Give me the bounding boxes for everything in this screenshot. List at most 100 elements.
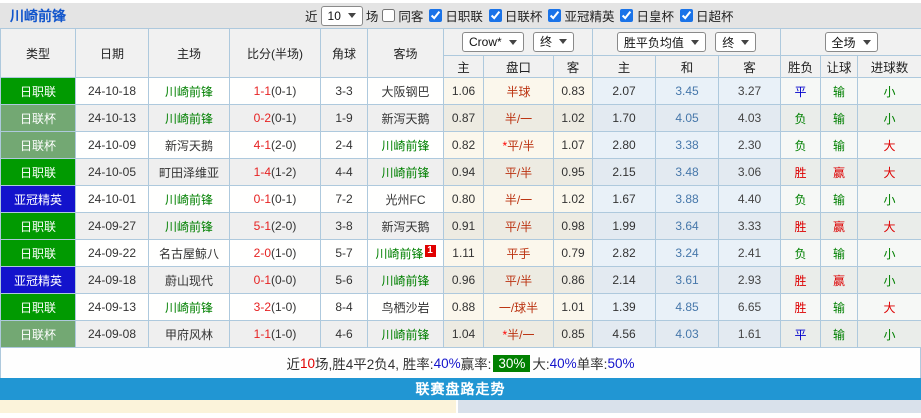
league-filter-4[interactable]: 日超杯 xyxy=(676,6,733,25)
match-score: 0-2(0-1) xyxy=(229,104,321,132)
wdl-result: 负 xyxy=(780,104,822,132)
match-date: 24-09-22 xyxy=(75,239,149,267)
corner-count: 5-6 xyxy=(320,266,368,294)
league-label: 日皇杯 xyxy=(636,10,674,24)
avg-time-select[interactable]: 终 xyxy=(715,32,757,52)
col-header-score: 比分(半场) xyxy=(229,28,321,78)
home-team: 蔚山现代 xyxy=(148,266,230,294)
match-score: 5-1(2-0) xyxy=(229,212,321,240)
summary-segment: 场,胜4平2负4, 胜率: xyxy=(315,357,434,372)
avg-lose: 1.61 xyxy=(718,320,782,348)
summary-segment: 40% xyxy=(433,355,461,371)
match-type-badge: 日联杯 xyxy=(0,320,76,348)
chevron-down-icon xyxy=(741,39,750,45)
avg-win: 2.07 xyxy=(592,77,657,105)
match-row: 日职联 24-10-05 町田泽维亚 1-4(1-2) 4-4 川崎前锋 0.94 平/半 0.… xyxy=(0,158,921,186)
odds-home: 0.94 xyxy=(443,158,484,186)
home-team: 川崎前锋 xyxy=(148,185,230,213)
col-header-goals: 进球数 xyxy=(857,55,921,78)
home-team: 町田泽维亚 xyxy=(148,158,230,186)
match-date: 24-10-05 xyxy=(75,158,149,186)
match-date: 24-09-27 xyxy=(75,212,149,240)
summary-segment: 30% xyxy=(493,354,531,372)
corner-count: 1-9 xyxy=(320,104,368,132)
recent-record-summary: 近 10 场,胜4平2负4, 胜率: 40% 赢率: 30% 大: 40% 单率: 50% xyxy=(0,348,921,378)
col-header-handicap-result: 让球 xyxy=(820,55,859,78)
avg-type-select[interactable]: 胜平负均值 xyxy=(616,32,706,52)
league-filter-1[interactable]: 日联杯 xyxy=(485,6,543,25)
odds-away: 1.01 xyxy=(552,293,594,321)
league-checkbox[interactable] xyxy=(429,9,443,22)
league-checkbox[interactable] xyxy=(488,9,502,22)
match-date: 24-10-01 xyxy=(75,185,149,213)
match-type-badge: 日职联 xyxy=(0,293,76,321)
avg-lose: 2.41 xyxy=(718,239,782,267)
avg-win: 2.15 xyxy=(592,158,657,186)
match-score: 3-2(1-0) xyxy=(229,293,321,321)
match-row: 日职联 24-09-13 川崎前锋 3-2(1-0) 8-4 鸟栖沙岩 0.88 一/球半 1.… xyxy=(0,293,921,321)
scope-select[interactable]: 全场 xyxy=(824,32,878,52)
home-team: 川崎前锋 xyxy=(148,212,230,240)
summary-segment: 40% xyxy=(549,355,577,371)
goals-result: 小 xyxy=(857,239,921,267)
col-header-odds-home: 主 xyxy=(443,55,484,78)
handicap-result: 输 xyxy=(820,293,859,321)
match-score: 0-1(0-0) xyxy=(229,266,321,294)
home-team: 川崎前锋 xyxy=(148,104,230,132)
odds-time-value: 终 xyxy=(540,35,553,50)
corner-count: 5-7 xyxy=(320,239,368,267)
handicap-result: 赢 xyxy=(820,158,859,186)
chevron-down-icon xyxy=(690,39,699,45)
league-filter-2[interactable]: 亚冠精英 xyxy=(544,6,614,25)
match-row: 日联杯 24-09-08 甲府风林 1-1(1-0) 4-6 川崎前锋 1.04 *半/一 0.… xyxy=(0,320,921,348)
league-filter-0[interactable]: 日职联 xyxy=(425,6,483,25)
league-checkbox[interactable] xyxy=(548,9,562,22)
handicap: 一/球半 xyxy=(483,293,554,321)
wdl-result: 负 xyxy=(780,239,822,267)
handicap: *半/一 xyxy=(483,320,554,348)
league-label: 日联杯 xyxy=(504,10,543,24)
handicap: 平/半 xyxy=(483,158,554,186)
league-filter-3[interactable]: 日皇杯 xyxy=(616,6,674,25)
odds-away: 0.86 xyxy=(552,266,594,294)
away-team: 川崎前锋 xyxy=(367,158,444,186)
league-checkbox[interactable] xyxy=(679,9,693,22)
match-row: 日联杯 24-10-09 新泻天鹅 4-1(2-0) 2-4 川崎前锋 0.82 *平/半 1.… xyxy=(0,131,921,159)
league-trend-bar[interactable]: 联赛盘路走势 xyxy=(0,378,921,400)
goals-result: 小 xyxy=(857,320,921,348)
league-label: 日职联 xyxy=(445,10,483,24)
odds-away: 0.79 xyxy=(552,239,594,267)
recent-count-select[interactable]: 10 xyxy=(320,5,363,26)
away-team: 川崎前锋 xyxy=(367,131,444,159)
col-header-handicap: 盘口 xyxy=(483,55,554,78)
next-section-right xyxy=(458,400,921,413)
match-row: 日职联 24-09-27 川崎前锋 5-1(2-0) 3-8 新泻天鹅 0.91 平/半 0.9… xyxy=(0,212,921,240)
col-header-corner: 角球 xyxy=(320,28,368,78)
wdl-result: 胜 xyxy=(780,212,822,240)
match-date: 24-09-08 xyxy=(75,320,149,348)
match-row: 亚冠精英 24-09-18 蔚山现代 0-1(0-0) 5-6 川崎前锋 0.96 平/半 0.… xyxy=(0,266,921,294)
odds-source-select[interactable]: Crow* xyxy=(461,32,524,53)
avg-draw: 3.45 xyxy=(655,77,720,105)
summary-segment: 10 xyxy=(300,355,316,371)
avg-draw: 3.61 xyxy=(655,266,720,294)
same-away-checkbox[interactable] xyxy=(382,9,396,22)
chevron-down-icon xyxy=(862,39,871,45)
away-team: 光州FC xyxy=(367,185,444,213)
avg-win: 2.80 xyxy=(592,131,657,159)
odds-away: 1.02 xyxy=(552,104,594,132)
result-group-header: 全场 xyxy=(780,28,921,56)
filter-controls: 近 10 场 同客 日职联 日联杯 亚冠精英 日皇杯 日超杯 xyxy=(305,3,735,28)
match-score: 4-1(2-0) xyxy=(229,131,321,159)
handicap: 平/半 xyxy=(483,266,554,294)
avg-lose: 3.06 xyxy=(718,158,782,186)
home-team: 川崎前锋 xyxy=(148,77,230,105)
same-away-checkbox-label[interactable]: 同客 xyxy=(378,6,423,25)
home-team: 新泻天鹅 xyxy=(148,131,230,159)
odds-home: 0.88 xyxy=(443,293,484,321)
odds-time-select[interactable]: 终 xyxy=(533,31,575,52)
match-row: 日联杯 24-10-13 川崎前锋 0-2(0-1) 1-9 新泻天鹅 0.87 半/一 1.0… xyxy=(0,104,921,132)
away-team: 川崎前锋 1 xyxy=(367,239,444,267)
league-checkbox[interactable] xyxy=(620,9,634,22)
goals-result: 大 xyxy=(857,131,921,159)
